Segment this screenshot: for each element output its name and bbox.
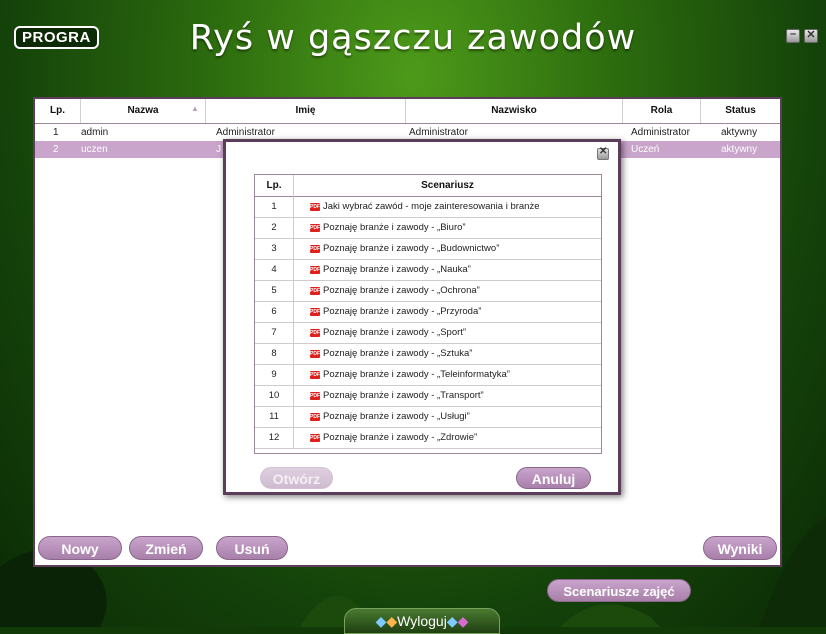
scenario-number: 2 [255, 218, 294, 238]
pdf-icon: PDF [310, 224, 320, 232]
minimize-button[interactable]: – [786, 28, 800, 43]
pdf-icon: PDF [310, 392, 320, 400]
pdf-icon: PDF [310, 308, 320, 316]
pdf-icon: PDF [310, 413, 320, 421]
cell-status: aktywny [721, 127, 758, 138]
scenario-number: 8 [255, 344, 294, 364]
results-button[interactable]: Wyniki [703, 536, 777, 560]
pdf-icon: PDF [310, 203, 320, 211]
close-icon: ✕ [599, 146, 608, 157]
scenario-title: Jaki wybrać zawód - moje zainteresowania… [323, 201, 540, 212]
cell-imie: J [216, 144, 221, 155]
list-item[interactable]: 5 PDF Poznaję branże i zawody - „Ochrona” [255, 281, 601, 302]
pdf-icon: PDF [310, 266, 320, 274]
pdf-icon: PDF [310, 245, 320, 253]
close-icon: ✕ [806, 29, 816, 41]
scenario-title: Poznaję branże i zawody - „Zdrowie” [323, 432, 478, 443]
cell-lp: 1 [53, 127, 59, 138]
scenario-title: Poznaję branże i zawody - „Budownictwo” [323, 243, 500, 254]
pdf-icon: PDF [310, 371, 320, 379]
cancel-button[interactable]: Anuluj [516, 467, 591, 489]
scenarios-table: Lp. Scenariusz 1 PDF Jaki wybrać zawód - m… [254, 174, 602, 454]
scenario-number: 7 [255, 323, 294, 343]
cell-status: aktywny [721, 144, 758, 155]
cell-rola: Administrator [631, 127, 690, 138]
scenario-number: 5 [255, 281, 294, 301]
pdf-icon: PDF [310, 350, 320, 358]
scenario-number: 11 [255, 407, 294, 427]
col-scenariusz[interactable]: Scenariusz [294, 175, 601, 197]
scenario-title: Poznaję branże i zawody - „Transport” [323, 390, 484, 401]
col-imie[interactable]: Imię [206, 99, 406, 123]
scenario-title: Poznaję branże i zawody - „Nauka” [323, 264, 471, 275]
new-button[interactable]: Nowy [38, 536, 122, 560]
dialog-close-button[interactable]: ✕ [597, 146, 609, 160]
list-item[interactable]: 1 PDF Jaki wybrać zawód - moje zainteresow… [255, 197, 601, 218]
scenario-title: Poznaję branże i zawody - „Usługi” [323, 411, 470, 422]
scenario-title: Poznaję branże i zawody - „Sztuka” [323, 348, 473, 359]
scenario-title: Poznaję branże i zawody - „Sport” [323, 327, 467, 338]
logout-button[interactable]: ◆◆Wyloguj◆◆ [344, 608, 500, 634]
users-table-header: Lp. Nazwa ▲ Imię Nazwisko Rola Status [35, 99, 780, 124]
col-lp[interactable]: Lp. [35, 99, 81, 123]
scenario-number: 6 [255, 302, 294, 322]
col-status[interactable]: Status [701, 99, 780, 123]
scenario-number: 1 [255, 197, 294, 217]
scenario-number: 10 [255, 386, 294, 406]
cell-rola: Uczeń [631, 144, 660, 155]
list-item[interactable]: 9 PDF Poznaję branże i zawody - „Teleinfor… [255, 365, 601, 386]
scenario-number: 3 [255, 239, 294, 259]
list-item[interactable]: 12 PDF Poznaję branże i zawody - „Zdrowie” [255, 428, 601, 449]
scenario-title: Poznaję branże i zawody - „Przyroda” [323, 306, 482, 317]
list-item[interactable]: 2 PDF Poznaję branże i zawody - „Biuro” [255, 218, 601, 239]
pdf-icon: PDF [310, 287, 320, 295]
scenario-title: Poznaję branże i zawody - „Ochrona” [323, 285, 480, 296]
list-item[interactable]: 10 PDF Poznaję branże i zawody - „Transpor… [255, 386, 601, 407]
list-item[interactable]: 11 PDF Poznaję branże i zawody - „Usługi” [255, 407, 601, 428]
cell-lp: 2 [53, 144, 59, 155]
list-item[interactable]: 7 PDF Poznaję branże i zawody - „Sport” [255, 323, 601, 344]
scenario-title: Poznaję branże i zawody - „Biuro” [323, 222, 466, 233]
delete-button[interactable]: Usuń [216, 536, 288, 560]
scenario-number: 9 [255, 365, 294, 385]
pdf-icon: PDF [310, 329, 320, 337]
cell-nazwa: admin [81, 127, 109, 138]
scenario-number: 12 [255, 428, 294, 448]
scenario-number: 4 [255, 260, 294, 280]
col-nazwisko[interactable]: Nazwisko [406, 99, 623, 123]
app-title: Ryś w gąszczu zawodów [189, 18, 637, 58]
minimize-icon: – [789, 28, 797, 40]
scenario-title: Poznaję branże i zawody - „Teleinformaty… [323, 369, 510, 380]
pdf-icon: PDF [310, 434, 320, 442]
edit-button[interactable]: Zmień [129, 536, 203, 560]
col-lp[interactable]: Lp. [255, 175, 294, 197]
scenarios-button[interactable]: Scenariusze zajęć [547, 579, 691, 602]
list-item[interactable]: 3 PDF Poznaję branże i zawody - „Budownict… [255, 239, 601, 260]
col-nazwa[interactable]: Nazwa [81, 99, 206, 123]
list-item[interactable]: 4 PDF Poznaję branże i zawody - „Nauka” [255, 260, 601, 281]
close-button[interactable]: ✕ [804, 29, 818, 43]
open-button[interactable]: Otwórz [260, 467, 333, 489]
scenarios-dialog: ✕ Lp. Scenariusz 1 PDF Jaki wybrać zawód -… [223, 139, 621, 495]
col-rola[interactable]: Rola [623, 99, 701, 123]
cell-nazwa: uczen [81, 144, 108, 155]
list-item[interactable]: 6 PDF Poznaję branże i zawody - „Przyroda” [255, 302, 601, 323]
sort-ascending-icon: ▲ [191, 104, 199, 113]
list-item[interactable]: 8 PDF Poznaję branże i zawody - „Sztuka” [255, 344, 601, 365]
